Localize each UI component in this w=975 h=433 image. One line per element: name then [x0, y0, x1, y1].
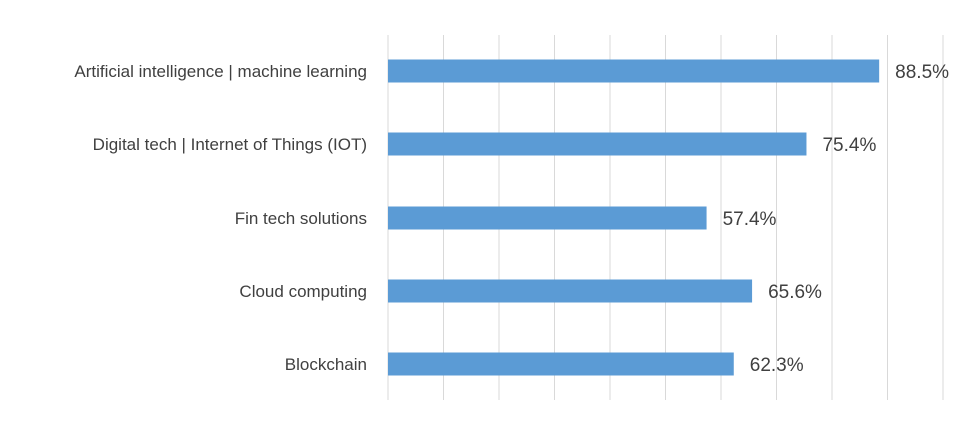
- data-label: 57.4%: [723, 209, 777, 230]
- category-label: Artificial intelligence | machine learni…: [74, 62, 367, 81]
- category-label: Cloud computing: [239, 282, 367, 301]
- chart-canvas: Artificial intelligence | machine learni…: [74, 35, 949, 400]
- bars: [388, 59, 880, 376]
- bar: [388, 59, 880, 83]
- data-label: 75.4%: [822, 135, 876, 156]
- category-label: Digital tech | Internet of Things (IOT): [93, 135, 367, 154]
- data-label: 62.3%: [750, 355, 804, 376]
- bar: [388, 279, 753, 303]
- data-label: 88.5%: [895, 62, 949, 83]
- bar: [388, 352, 734, 376]
- bar-chart: Artificial intelligence | machine learni…: [0, 0, 975, 433]
- bar: [388, 132, 807, 156]
- category-label: Blockchain: [285, 355, 367, 374]
- data-label: 65.6%: [768, 282, 822, 303]
- category-label: Fin tech solutions: [235, 209, 367, 228]
- bar: [388, 206, 707, 230]
